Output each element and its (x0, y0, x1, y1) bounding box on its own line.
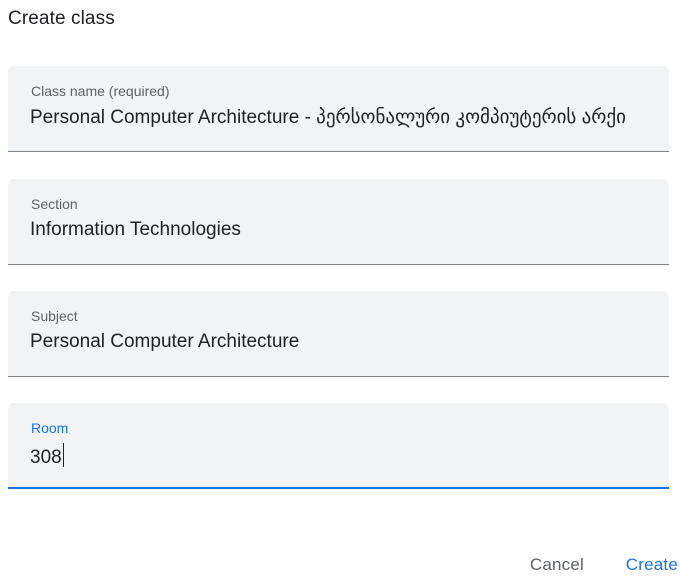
create-class-dialog: Create class Class name (required) Perso… (0, 0, 680, 576)
class-name-input[interactable]: Personal Computer Architecture - პერსონა… (30, 106, 664, 129)
subject-input[interactable]: Personal Computer Architecture (30, 331, 664, 353)
subject-label: Subject (31, 308, 78, 324)
cancel-button[interactable]: Cancel (530, 555, 584, 575)
class-name-field[interactable]: Class name (required) Personal Computer … (8, 66, 669, 152)
text-caret (62, 443, 65, 467)
section-label: Section (31, 196, 78, 212)
section-input[interactable]: Information Technologies (30, 219, 664, 241)
room-input-wrapper[interactable]: 308 (30, 443, 664, 469)
dialog-title: Create class (8, 8, 115, 29)
class-name-label: Class name (required) (31, 83, 170, 99)
subject-field[interactable]: Subject Personal Computer Architecture (8, 291, 669, 377)
room-label: Room (31, 420, 69, 436)
section-field[interactable]: Section Information Technologies (8, 179, 669, 265)
room-input[interactable]: 308 (30, 447, 62, 468)
room-field[interactable]: Room 308 (8, 403, 669, 489)
create-button[interactable]: Create (626, 555, 678, 575)
